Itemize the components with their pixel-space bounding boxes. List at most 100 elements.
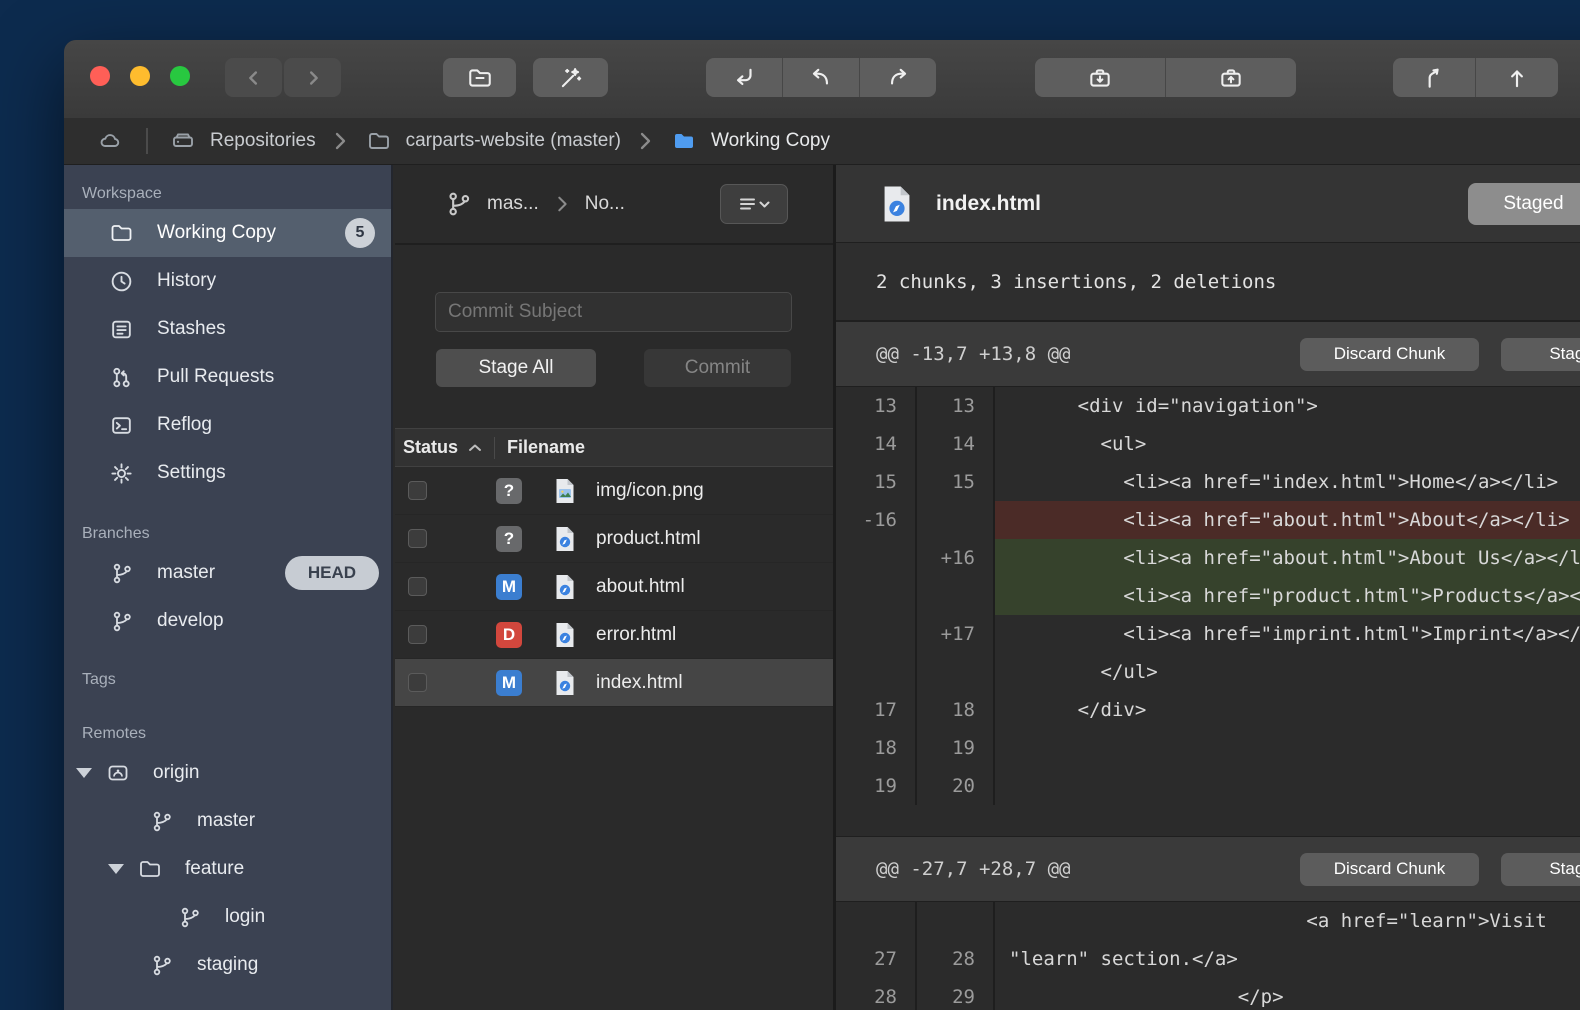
commit-subject-input[interactable]	[435, 292, 792, 332]
diff-line: +17 <li><a href="imprint.html">Imprint</…	[836, 615, 1580, 653]
staged-unstaged-segmented-control: Staged Unstaged	[1468, 183, 1580, 225]
diff-line: 1515 <li><a href="index.html">Home</a></…	[836, 463, 1580, 501]
repository-button[interactable]	[443, 58, 516, 97]
code-text: <li><a href="imprint.html">Imprint</a></…	[995, 615, 1580, 653]
forward-button[interactable]	[284, 58, 341, 97]
sidebar-item-label: master	[197, 810, 255, 832]
diff-line: 2728"learn" section.</a>	[836, 940, 1580, 978]
status-badge-modified: M	[496, 670, 522, 696]
branch-button-group	[1393, 58, 1558, 97]
discard-chunk-button[interactable]: Discard Chunk	[1300, 338, 1479, 371]
file-row[interactable]: ? img/icon.png	[395, 467, 833, 515]
disclosure-triangle-icon[interactable]	[108, 864, 124, 874]
diff-line: </ul>	[836, 653, 1580, 691]
html-file-icon	[554, 526, 576, 552]
sidebar-item-remote-login[interactable]: login	[64, 893, 391, 941]
sidebar-item-branch-develop[interactable]: develop	[64, 597, 391, 645]
push-upstream-button[interactable]	[1475, 58, 1558, 97]
status-badge-untracked: ?	[496, 478, 522, 504]
file-checkbox[interactable]	[408, 673, 427, 692]
stage-chunk-button[interactable]: Stage Chunk	[1501, 338, 1580, 371]
close-window-button[interactable]	[90, 66, 110, 86]
tab-staged[interactable]: Staged	[1468, 183, 1580, 225]
pull-button[interactable]	[782, 58, 859, 97]
new-line-number: 15	[917, 463, 995, 501]
section-label-remotes: Remotes	[64, 719, 391, 749]
push-button[interactable]	[859, 58, 936, 97]
new-line-number	[917, 501, 995, 539]
source-branch-label[interactable]: mas...	[487, 193, 539, 215]
terminal-icon	[108, 413, 135, 438]
file-checkbox[interactable]	[408, 625, 427, 644]
branch-button[interactable]	[1393, 58, 1475, 97]
sidebar: Workspace Working Copy 5 History Stashes…	[64, 165, 393, 1010]
stage-chunk-button[interactable]: Stage Chunk	[1501, 853, 1580, 886]
sidebar-item-remote-origin[interactable]: origin	[64, 749, 391, 797]
sidebar-item-remote-feature[interactable]: feature	[64, 845, 391, 893]
sidebar-item-label: Pull Requests	[157, 366, 274, 388]
status-badge-untracked: ?	[496, 526, 522, 552]
diff-line: 1920	[836, 767, 1580, 805]
discard-chunk-button[interactable]: Discard Chunk	[1300, 853, 1479, 886]
sidebar-item-reflog[interactable]: Reflog	[64, 401, 391, 449]
back-button[interactable]	[225, 58, 282, 97]
column-header-status[interactable]: Status	[403, 437, 458, 458]
sidebar-item-working-copy[interactable]: Working Copy 5	[64, 209, 391, 257]
commit-button[interactable]: Commit	[644, 349, 791, 387]
folder-blue-icon	[669, 129, 699, 153]
zoom-window-button[interactable]	[170, 66, 190, 86]
code-text: <li><a href="about.html">About</a></li>	[995, 501, 1580, 539]
repository-button-group	[443, 58, 516, 97]
sidebar-item-settings[interactable]: Settings	[64, 449, 391, 497]
file-checkbox[interactable]	[408, 529, 427, 548]
sidebar-item-stashes[interactable]: Stashes	[64, 305, 391, 353]
quick-actions-button[interactable]	[533, 58, 608, 97]
view-options-dropdown[interactable]	[720, 184, 788, 224]
file-row[interactable]: M about.html	[395, 563, 833, 611]
code-text: <li><a href="product.html">Products</a><…	[995, 577, 1580, 615]
code-text	[995, 767, 1580, 805]
old-line-number	[836, 902, 917, 940]
sidebar-item-label: History	[157, 270, 216, 292]
diff-line-insertion: +16 <li><a href="about.html">About Us</a…	[836, 539, 1580, 577]
sidebar-item-remote-master[interactable]: master	[64, 797, 391, 845]
disclosure-triangle-icon[interactable]	[76, 768, 92, 778]
breadcrumb-repositories[interactable]: Repositories	[168, 129, 316, 153]
sidebar-item-history[interactable]: History	[64, 257, 391, 305]
inbox-icon	[108, 317, 135, 342]
commit-panel-header: mas... No...	[395, 165, 833, 245]
minimize-window-button[interactable]	[130, 66, 150, 86]
new-line-number: 29	[917, 978, 995, 1010]
cloud-icon[interactable]	[94, 129, 126, 153]
sidebar-item-remote-staging[interactable]: staging	[64, 941, 391, 989]
stash-button[interactable]	[1035, 58, 1165, 97]
sidebar-item-label: develop	[157, 610, 224, 632]
file-table-header: Status Filename	[395, 428, 833, 467]
file-name: about.html	[596, 576, 685, 598]
breadcrumb-repo[interactable]: carparts-website (master)	[364, 129, 621, 153]
code-text: <li><a href="about.html">About Us</a></l…	[995, 539, 1580, 577]
file-row-selected[interactable]: M index.html	[395, 659, 833, 707]
file-name: error.html	[596, 624, 676, 646]
briefcase-arrow-down-icon	[1087, 65, 1113, 91]
file-checkbox[interactable]	[408, 481, 427, 500]
branch-arrow-icon	[1421, 65, 1447, 91]
sidebar-item-pull-requests[interactable]: Pull Requests	[64, 353, 391, 401]
diff-summary-text: 2 chunks, 3 insertions, 2 deletions	[876, 271, 1276, 293]
diff-line-insertion: <li><a href="product.html">Products</a><…	[836, 577, 1580, 615]
stash-button-group	[1035, 58, 1296, 97]
breadcrumb-working-copy[interactable]: Working Copy	[669, 129, 830, 153]
fetch-button[interactable]	[706, 58, 782, 97]
file-checkbox[interactable]	[408, 577, 427, 596]
stage-all-button[interactable]: Stage All	[436, 349, 596, 387]
column-header-filename[interactable]: Filename	[507, 437, 585, 458]
sidebar-item-label: Settings	[157, 462, 226, 484]
new-line-number	[917, 902, 995, 940]
unstash-button[interactable]	[1165, 58, 1296, 97]
file-row[interactable]: D error.html	[395, 611, 833, 659]
sort-asc-icon[interactable]	[468, 443, 482, 453]
file-row[interactable]: ? product.html	[395, 515, 833, 563]
target-label[interactable]: No...	[585, 193, 625, 215]
sidebar-item-branch-master[interactable]: master HEAD	[64, 549, 391, 597]
gear-icon	[108, 461, 135, 486]
